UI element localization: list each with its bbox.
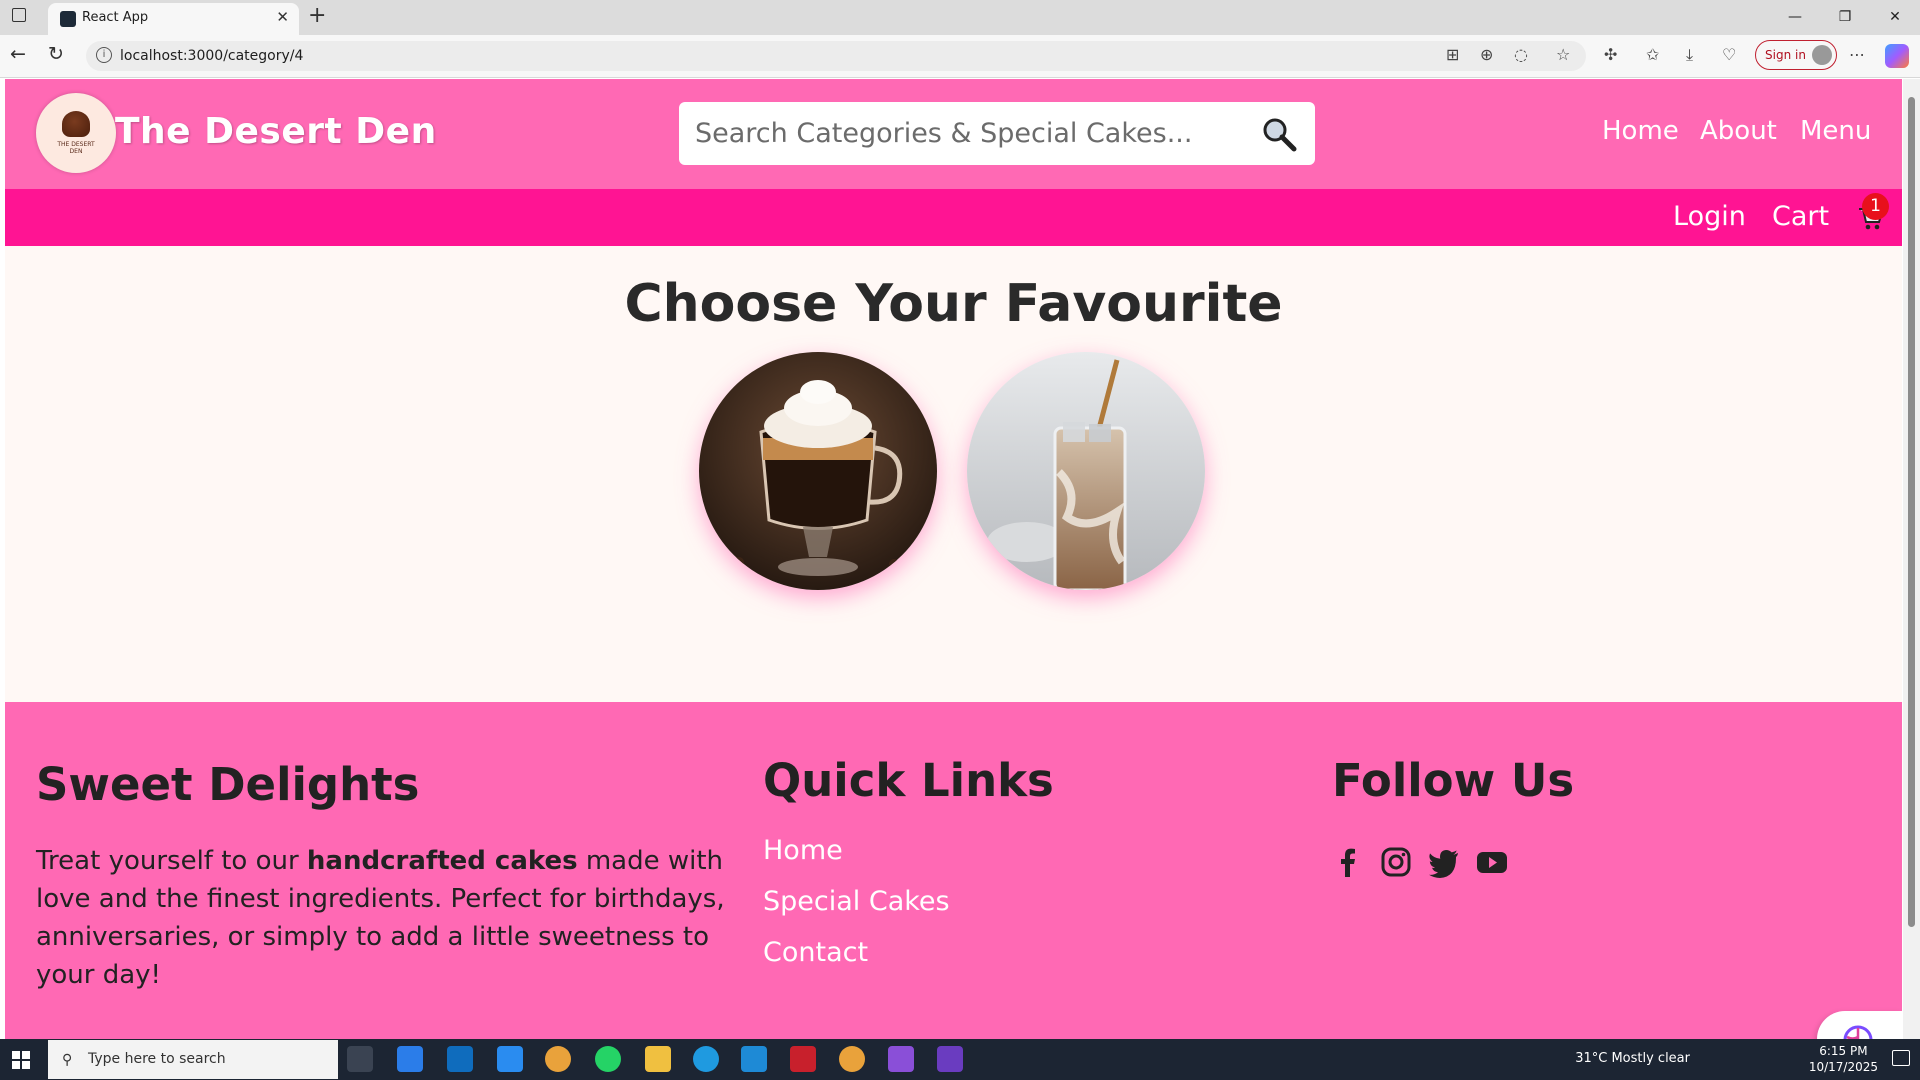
footer-link-special-cakes[interactable]: Special Cakes <box>763 886 950 917</box>
footer-link-contact[interactable]: Contact <box>763 937 868 968</box>
twitter-icon[interactable] <box>1428 846 1460 878</box>
site-logo[interactable]: THE DESERT DEN <box>36 93 116 173</box>
search-box <box>679 102 1315 165</box>
taskbar-search-icon: ⚲ <box>62 1052 73 1068</box>
url-text: localhost:3000/category/4 <box>120 48 304 64</box>
hot-coffee-image <box>699 352 937 590</box>
footer-link-home[interactable]: Home <box>763 835 843 866</box>
cake-logo-icon <box>62 111 90 137</box>
whatsapp-icon[interactable] <box>595 1046 621 1072</box>
cart-count-badge: 1 <box>1862 193 1889 220</box>
terminal-app-icon[interactable] <box>790 1046 816 1072</box>
react-favicon-icon <box>60 11 76 27</box>
instagram-icon[interactable] <box>1380 846 1412 878</box>
system-tray: 31°C Mostly clear 6:15 PM 10/17/2025 <box>1520 1039 1920 1080</box>
file-explorer-icon[interactable] <box>645 1046 671 1072</box>
sign-in-button[interactable]: Sign in <box>1755 40 1837 70</box>
windows-taskbar: ⚲ Type here to search 31°C Mostly clear … <box>0 1039 1920 1080</box>
refresh-icon[interactable]: ↻ <box>48 43 64 65</box>
brain-icon <box>1843 1025 1873 1039</box>
iced-coffee-image <box>967 352 1205 590</box>
address-bar[interactable]: i localhost:3000/category/4 <box>86 41 1586 71</box>
sign-in-label: Sign in <box>1765 48 1806 62</box>
assistant-widget[interactable] <box>1817 1011 1902 1039</box>
footer-about-title: Sweet Delights <box>36 758 420 811</box>
login-link[interactable]: Login <box>1673 201 1746 232</box>
windows-start-icon[interactable] <box>12 1051 30 1069</box>
minimize-icon[interactable]: — <box>1770 0 1820 35</box>
footer-description: Treat yourself to our handcrafted cakes … <box>36 842 736 994</box>
page-scrollbar[interactable] <box>1903 79 1920 1039</box>
browser-tab-strip: React App ✕ + — ❐ ✕ <box>0 0 1920 35</box>
close-tab-icon[interactable]: ✕ <box>276 8 289 26</box>
facebook-icon[interactable] <box>1332 846 1364 878</box>
youtube-icon[interactable] <box>1476 846 1508 878</box>
scrollbar-thumb[interactable] <box>1908 97 1915 927</box>
site-header: THE DESERT DEN The Desert Den Home About… <box>5 79 1902 189</box>
visual-studio-2-icon[interactable] <box>937 1046 963 1072</box>
more-menu-icon[interactable]: ⋯ <box>1849 45 1865 64</box>
tab-actions-icon[interactable] <box>12 8 26 22</box>
site-info-icon[interactable]: i <box>96 47 112 63</box>
back-icon[interactable]: ← <box>10 43 26 65</box>
search-icon[interactable] <box>1261 116 1297 152</box>
taskbar-search[interactable]: ⚲ Type here to search <box>48 1040 338 1079</box>
category-item-hot-coffee[interactable] <box>699 352 937 590</box>
edge-icon[interactable] <box>693 1046 719 1072</box>
taskbar-search-placeholder: Type here to search <box>88 1051 226 1067</box>
copilot-icon[interactable] <box>1885 44 1909 68</box>
window-controls: — ❐ ✕ <box>1770 0 1920 35</box>
tab-title: React App <box>82 10 149 25</box>
footer-desc-start: Treat yourself to our <box>36 846 307 876</box>
nav-about-link[interactable]: About <box>1700 116 1777 146</box>
logo-text: THE DESERT DEN <box>57 141 95 155</box>
browser-toolbar: ← ↻ i localhost:3000/category/4 ⊞ ⊕ ◌ ☆ … <box>0 35 1920 78</box>
tracking-icon[interactable]: ◌ <box>1514 45 1528 64</box>
clock[interactable]: 6:15 PM 10/17/2025 <box>1809 1043 1878 1075</box>
restore-icon[interactable]: ❐ <box>1820 0 1870 35</box>
notifications-icon[interactable] <box>1892 1050 1910 1066</box>
footer-follow-title: Follow Us <box>1332 754 1575 807</box>
clock-time: 6:15 PM <box>1819 1044 1868 1058</box>
browser-essentials-icon[interactable]: ♡ <box>1722 45 1736 64</box>
task-view-icon[interactable] <box>347 1046 373 1072</box>
favorites-icon[interactable]: ✩ <box>1646 45 1659 64</box>
outlook-icon[interactable] <box>447 1046 473 1072</box>
extensions-icon[interactable]: ✣ <box>1604 45 1617 64</box>
profile-avatar-icon <box>1812 45 1832 65</box>
app-available-icon[interactable]: ⊞ <box>1446 45 1459 64</box>
nav-home-link[interactable]: Home <box>1602 116 1679 146</box>
site-footer: Sweet Delights Treat yourself to our han… <box>5 702 1902 1039</box>
vscode-icon[interactable] <box>741 1046 767 1072</box>
browser-tab[interactable]: React App ✕ <box>48 3 299 35</box>
store-icon[interactable] <box>397 1046 423 1072</box>
visual-studio-icon[interactable] <box>888 1046 914 1072</box>
sub-navigation-bar: Login Cart 1 <box>5 189 1902 246</box>
footer-quick-links-title: Quick Links <box>763 754 1054 807</box>
chrome-profile-icon[interactable] <box>839 1046 865 1072</box>
chrome-icon[interactable] <box>545 1046 571 1072</box>
close-window-icon[interactable]: ✕ <box>1870 0 1920 35</box>
favorite-star-icon[interactable]: ☆ <box>1556 45 1570 64</box>
nav-menu-link[interactable]: Menu <box>1800 116 1871 146</box>
weather-widget[interactable]: 31°C Mostly clear <box>1575 1051 1690 1066</box>
footer-desc-bold: handcrafted cakes <box>306 846 578 876</box>
search-input[interactable] <box>679 102 1239 165</box>
web-page: THE DESERT DEN The Desert Den Home About… <box>5 79 1902 1039</box>
new-tab-icon[interactable]: + <box>308 3 326 28</box>
zoom-icon[interactable]: ⊕ <box>1480 45 1493 64</box>
paint-icon[interactable] <box>497 1046 523 1072</box>
clock-date: 10/17/2025 <box>1808 1060 1878 1074</box>
downloads-icon[interactable]: ⤓ <box>1686 45 1693 65</box>
page-title: Choose Your Favourite <box>624 274 1283 334</box>
brand-name[interactable]: The Desert Den <box>115 111 437 152</box>
category-item-iced-coffee[interactable] <box>967 352 1205 590</box>
cart-link[interactable]: Cart <box>1772 201 1829 232</box>
